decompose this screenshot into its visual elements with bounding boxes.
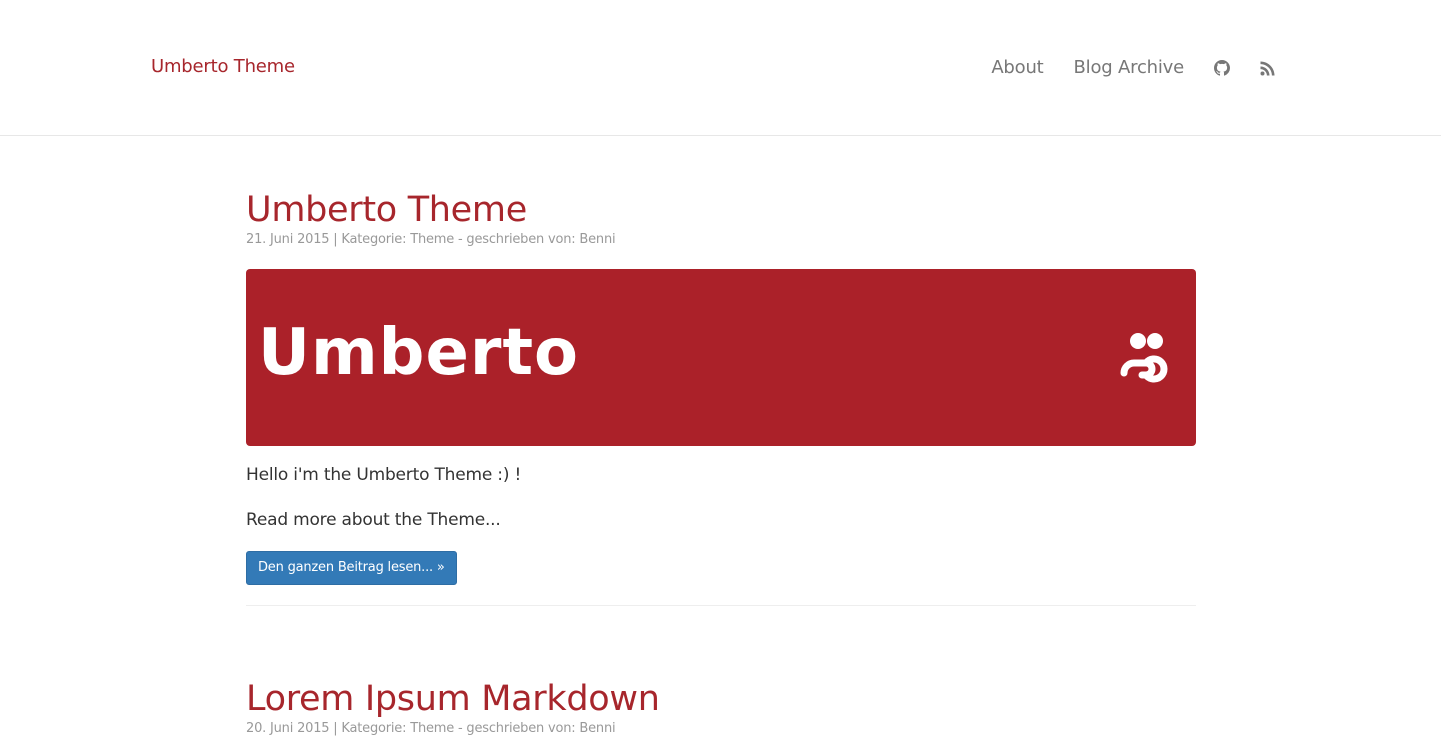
post-paragraph: Read more about the Theme... (246, 510, 501, 530)
nav-link-blog-archive[interactable]: Blog Archive (1074, 56, 1185, 80)
post: Umberto Theme 21. Juni 2015 | Kategorie:… (246, 136, 1196, 606)
post-title[interactable]: Lorem Ipsum Markdown (246, 679, 1196, 719)
brand-link[interactable]: Umberto Theme (151, 56, 295, 77)
github-icon[interactable] (1214, 60, 1230, 76)
post-meta: 21. Juni 2015 | Kategorie: Theme - gesch… (246, 232, 616, 247)
post-meta: 20. Juni 2015 | Kategorie: Theme - gesch… (246, 721, 616, 736)
hero-image: Umberto (246, 269, 1196, 446)
main-content: Umberto Theme 21. Juni 2015 | Kategorie:… (246, 136, 1196, 738)
hero-logo-text: Umberto (258, 316, 579, 390)
navbar: Umberto Theme About Blog Archive (0, 0, 1441, 136)
post: Lorem Ipsum Markdown 20. Juni 2015 | Kat… (246, 606, 1196, 738)
read-more-button[interactable]: Den ganzen Beitrag lesen... » (246, 551, 457, 585)
nav-links: About Blog Archive (991, 56, 1276, 80)
rss-icon[interactable] (1260, 60, 1276, 76)
nav-link-about[interactable]: About (991, 56, 1043, 80)
post-title[interactable]: Umberto Theme (246, 190, 1196, 230)
umberto-logo-icon (1120, 333, 1168, 383)
post-paragraph: Hello i'm the Umberto Theme :) ! (246, 465, 522, 485)
